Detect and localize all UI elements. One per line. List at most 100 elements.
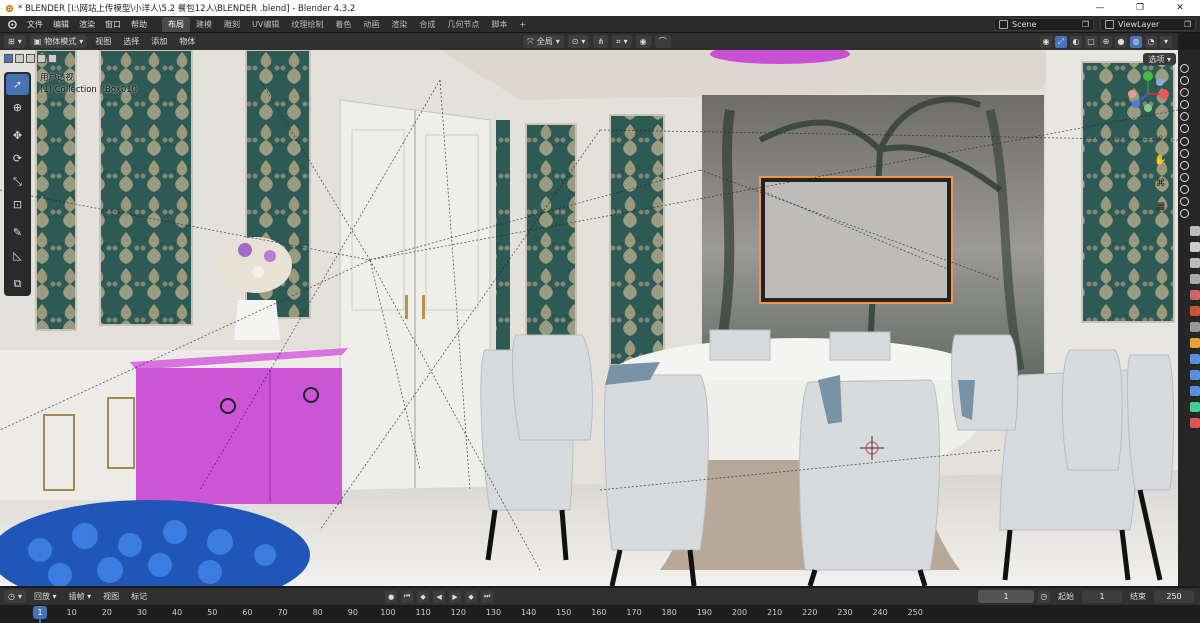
eye-icon[interactable] xyxy=(1180,184,1189,194)
eye-icon[interactable] xyxy=(1180,209,1189,219)
snap-toggle[interactable]: ⋔ xyxy=(593,35,609,48)
eye-icon[interactable] xyxy=(1180,64,1189,73)
particles-tab-icon[interactable] xyxy=(1190,370,1200,380)
menu-help[interactable]: 帮助 xyxy=(126,19,152,30)
menu-add[interactable]: 添加 xyxy=(147,36,171,47)
menu-render[interactable]: 渲染 xyxy=(74,19,100,30)
menu-file[interactable]: 文件 xyxy=(22,19,48,30)
eye-icon[interactable] xyxy=(1180,197,1189,207)
select-extend-icon[interactable] xyxy=(15,54,24,63)
eye-icon[interactable] xyxy=(1180,124,1189,134)
eye-icon[interactable] xyxy=(1180,112,1189,122)
tab-modeling[interactable]: 建模 xyxy=(190,17,218,32)
physics-tab-icon[interactable] xyxy=(1190,386,1200,396)
3d-viewport[interactable]: 用户透视 (1) Collection | Box010 选项 ▾ ➚ ⊕ ✥ … xyxy=(0,50,1178,586)
eye-icon[interactable] xyxy=(1180,88,1189,98)
add-workspace-icon[interactable]: + xyxy=(513,20,532,29)
tool-tab-icon[interactable] xyxy=(1190,226,1200,236)
menu-edit[interactable]: 编辑 xyxy=(48,19,74,30)
eye-icon[interactable] xyxy=(1180,160,1189,170)
select-subtract-icon[interactable] xyxy=(26,54,35,63)
transform-icon[interactable]: ⊡ xyxy=(6,194,29,215)
snap-settings[interactable]: ⌗ ▾ xyxy=(612,35,632,48)
modifier-tab-icon[interactable] xyxy=(1190,354,1200,364)
gizmo-toggle-icon[interactable]: ⤢ xyxy=(1055,35,1067,48)
tab-scripting[interactable]: 脚本 xyxy=(485,17,513,32)
transform-orientation-selector[interactable]: ⤧ 全局 ▾ xyxy=(523,35,564,48)
copy-icon[interactable]: ❐ xyxy=(1082,20,1089,29)
menu-marker[interactable]: 标记 xyxy=(127,591,151,602)
select-new-icon[interactable] xyxy=(4,54,13,63)
collection-tab-icon[interactable] xyxy=(1190,322,1200,332)
scale-icon[interactable]: ⤡ xyxy=(6,171,29,192)
navigation-gizmo[interactable] xyxy=(1126,70,1170,114)
preview-range-icon[interactable]: ◷ xyxy=(1038,590,1050,603)
camera-icon[interactable]: ⌘ xyxy=(1153,176,1168,191)
view-layer-selector[interactable]: ViewLayer ❐ xyxy=(1100,17,1196,31)
scene-selector[interactable]: Scene ❐ xyxy=(994,17,1094,31)
overlay-toggle-icon[interactable]: ◐ xyxy=(1070,35,1082,48)
tab-compositing[interactable]: 合成 xyxy=(413,17,441,32)
menu-window[interactable]: 窗口 xyxy=(100,19,126,30)
object-tab-icon[interactable] xyxy=(1190,338,1200,348)
menu-playback[interactable]: 回放 ▾ xyxy=(30,591,61,602)
copy-icon[interactable]: ❐ xyxy=(1184,20,1191,29)
output-tab-icon[interactable] xyxy=(1190,258,1200,268)
tab-rendering[interactable]: 渲染 xyxy=(385,17,413,32)
annotate-icon[interactable]: ✎ xyxy=(6,222,29,243)
timeline-ruler[interactable]: 1 10 20 30 40 50 60 70 80 90 100 110 120 130 140 150 160… xyxy=(0,605,1200,623)
menu-timeline-view[interactable]: 视图 xyxy=(99,591,123,602)
eye-icon[interactable] xyxy=(1180,76,1189,86)
rotate-icon[interactable]: ⟳ xyxy=(6,148,29,169)
tab-animation[interactable]: 动画 xyxy=(357,17,385,32)
data-tab-icon[interactable] xyxy=(1190,402,1200,412)
view-layer-tab-icon[interactable] xyxy=(1190,274,1200,284)
jump-start-icon[interactable]: ⏮ xyxy=(401,590,414,603)
menu-select[interactable]: 选择 xyxy=(119,36,143,47)
grid-icon[interactable]: ▦ xyxy=(1153,199,1168,214)
world-tab-icon[interactable] xyxy=(1190,306,1200,316)
select-intersect-icon[interactable] xyxy=(48,54,57,63)
material-preview-icon[interactable]: ◍ xyxy=(1130,35,1142,48)
next-keyframe-icon[interactable]: ◆ xyxy=(465,590,478,603)
eye-icon[interactable] xyxy=(1180,100,1189,110)
record-icon[interactable]: ● xyxy=(385,590,398,603)
menu-object[interactable]: 物体 xyxy=(175,36,199,47)
editor-type-button[interactable]: ⊞ ▾ xyxy=(4,35,26,48)
mode-selector[interactable]: ▣ 物体模式 ▾ xyxy=(29,35,88,48)
tab-shading[interactable]: 着色 xyxy=(329,17,357,32)
scene-tab-icon[interactable] xyxy=(1190,290,1200,300)
timeline-editor-type[interactable]: ◷ ▾ xyxy=(4,590,26,603)
tab-texture-paint[interactable]: 纹理绘制 xyxy=(285,17,329,32)
solid-shading-icon[interactable]: ● xyxy=(1115,35,1127,48)
eye-icon[interactable] xyxy=(1180,136,1189,146)
play-reverse-icon[interactable]: ◀ xyxy=(433,590,446,603)
wireframe-shading-icon[interactable]: ⊕ xyxy=(1100,35,1112,48)
tab-sculpting[interactable]: 雕刻 xyxy=(218,17,246,32)
play-icon[interactable]: ▶ xyxy=(449,590,462,603)
jump-end-icon[interactable]: ⏭ xyxy=(481,590,494,603)
visibility-icon[interactable]: ◉ xyxy=(1040,35,1052,48)
current-frame-field[interactable]: 1 xyxy=(978,590,1034,603)
tab-uv-editing[interactable]: UV编辑 xyxy=(246,17,285,32)
menu-keying[interactable]: 插帧 ▾ xyxy=(65,591,96,602)
move-icon[interactable]: ✥ xyxy=(6,125,29,146)
close-icon[interactable]: ✕ xyxy=(1160,0,1200,16)
proportional-falloff[interactable]: ⌒ xyxy=(654,35,671,48)
select-invert-icon[interactable] xyxy=(37,54,46,63)
eye-icon[interactable] xyxy=(1180,172,1189,182)
eye-icon[interactable] xyxy=(1180,148,1189,158)
measure-icon[interactable]: ◺ xyxy=(6,245,29,266)
render-tab-icon[interactable] xyxy=(1190,242,1200,252)
add-cube-icon[interactable]: ⧉ xyxy=(6,273,29,294)
options-button[interactable]: 选项 ▾ xyxy=(1143,53,1176,65)
prev-keyframe-icon[interactable]: ◆ xyxy=(417,590,430,603)
menu-view[interactable]: 视图 xyxy=(91,36,115,47)
xray-icon[interactable]: ▢ xyxy=(1085,35,1097,48)
blender-menu-icon[interactable] xyxy=(4,17,18,31)
shading-options-icon[interactable]: ▾ xyxy=(1160,35,1172,48)
start-frame-field[interactable]: 1 xyxy=(1082,590,1122,603)
pan-hand-icon[interactable]: ✋ xyxy=(1153,153,1168,168)
rendered-shading-icon[interactable]: ◔ xyxy=(1145,35,1157,48)
tab-layout[interactable]: 布局 xyxy=(162,16,190,32)
